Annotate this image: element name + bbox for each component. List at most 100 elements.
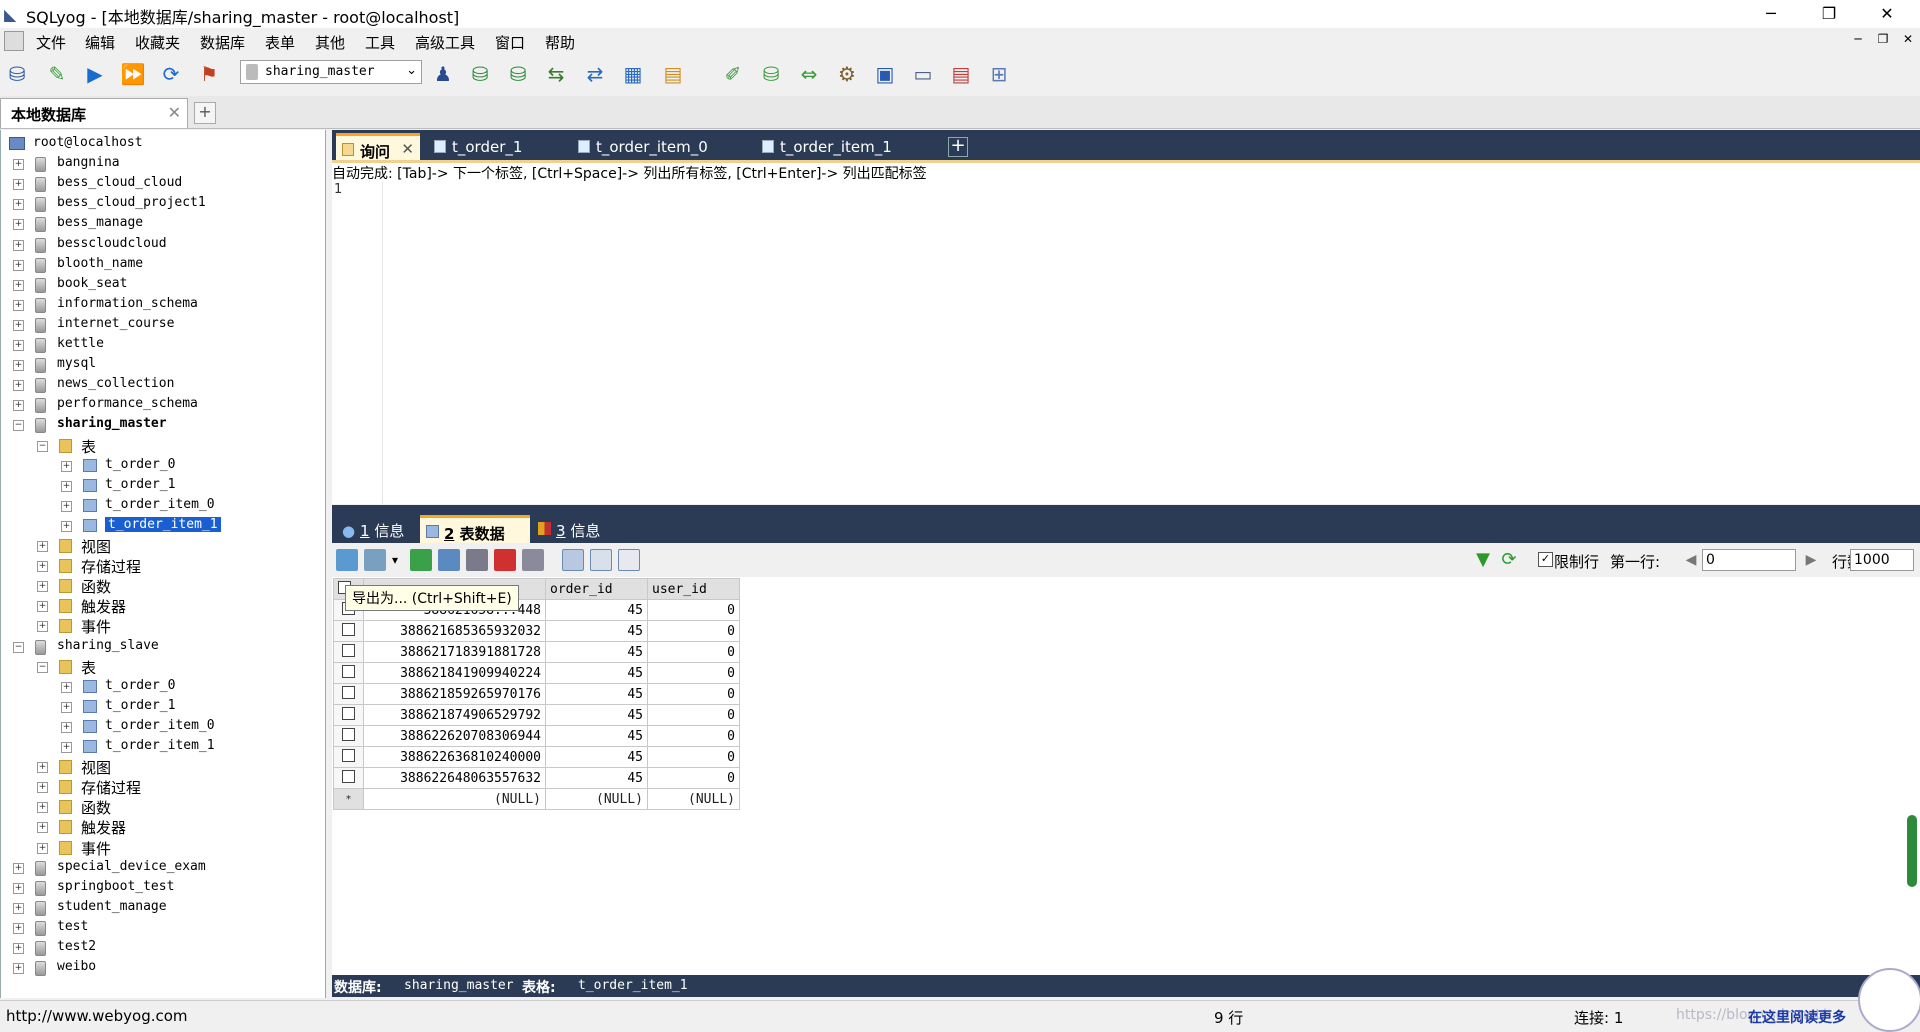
table-row[interactable]: 388621718391881728 45 0 (333, 641, 740, 663)
order-id-cell[interactable]: 45 (545, 704, 648, 726)
tree-database-sharing_master[interactable]: − sharing_master (1, 415, 325, 435)
mdi-close-icon[interactable]: ✕ (1897, 32, 1919, 46)
expand-icon[interactable]: + (37, 782, 48, 794)
expand-icon[interactable]: + (61, 520, 72, 532)
document-menu-icon[interactable] (4, 31, 24, 51)
expand-icon[interactable]: + (13, 239, 24, 251)
user-id-cell[interactable]: 0 (647, 662, 740, 684)
tree-folder-triggers[interactable]: + 触发器 (1, 596, 325, 616)
results-splitter[interactable] (332, 505, 1920, 513)
refresh-icon[interactable]: ⟳ (156, 60, 186, 88)
chevron-down-icon[interactable]: ▾ (384, 549, 406, 571)
report-icon[interactable]: ▤ (946, 60, 976, 88)
import-dropdown-icon[interactable] (364, 549, 386, 571)
tree-folder-procs[interactable]: + 存储过程 (1, 556, 325, 576)
row-checkbox[interactable] (333, 662, 364, 684)
order-id-cell[interactable]: (NULL) (545, 788, 648, 810)
menu-table[interactable]: 表单 (265, 32, 295, 53)
tree-table-t_order_0[interactable]: + t_order_0 (1, 456, 325, 476)
tree-database-information_schema[interactable]: + information_schema (1, 295, 325, 315)
tree-folder-tables[interactable]: − 表 (1, 436, 325, 456)
delete-icon[interactable] (494, 549, 516, 571)
user-id-cell[interactable]: 0 (647, 620, 740, 642)
monitor-icon[interactable]: ▣ (870, 60, 900, 88)
expand-icon[interactable]: + (37, 822, 48, 834)
menu-other[interactable]: 其他 (315, 32, 345, 53)
expand-icon[interactable]: + (13, 279, 24, 291)
tree-database-test2[interactable]: + test2 (1, 938, 325, 958)
order-id-cell[interactable]: 45 (545, 662, 648, 684)
tab-table-data[interactable]: 2 表数据 (420, 515, 530, 543)
expand-icon[interactable]: + (13, 259, 24, 271)
expand-icon[interactable]: + (13, 319, 24, 331)
order-id-cell[interactable]: 45 (545, 746, 648, 768)
id-cell[interactable]: 388621841909940224 (363, 662, 546, 684)
menu-advanced-tools[interactable]: 高级工具 (415, 32, 475, 53)
data-sync-icon[interactable]: ▤ (658, 60, 688, 88)
id-cell[interactable]: 388622636810240000 (363, 746, 546, 768)
menu-help[interactable]: 帮助 (545, 32, 575, 53)
row-checkbox[interactable] (333, 704, 364, 726)
expand-icon[interactable]: + (37, 762, 48, 774)
user-id-cell[interactable]: 0 (647, 725, 740, 747)
order-id-cell[interactable]: 45 (545, 725, 648, 747)
expand-icon[interactable]: + (13, 902, 24, 914)
tab-query[interactable]: 询问 ✕ (336, 133, 420, 161)
expand-icon[interactable]: + (13, 159, 24, 171)
tab-messages[interactable]: ● 1 信息 (336, 515, 416, 543)
table-row[interactable]: 388622636810240000 45 0 (333, 746, 740, 768)
expand-icon[interactable]: + (13, 882, 24, 894)
close-tab-icon[interactable]: ✕ (168, 103, 181, 122)
tab-t-order-item-1[interactable]: t_order_item_1 (756, 133, 932, 160)
tree-database-bess_manage[interactable]: + bess_manage (1, 214, 325, 234)
tree-database-special_device_exam[interactable]: + special_device_exam (1, 858, 325, 878)
expand-icon[interactable]: + (37, 601, 48, 613)
user-id-cell[interactable]: 0 (647, 704, 740, 726)
table-row[interactable]: 388621841909940224 45 0 (333, 662, 740, 684)
tree-database-besscloudcloud[interactable]: + besscloudcloud (1, 235, 325, 255)
expand-icon[interactable]: + (13, 400, 24, 412)
minimize-button[interactable]: ─ (1742, 0, 1800, 28)
order-id-column-header[interactable]: order_id (545, 578, 648, 600)
close-button[interactable]: ✕ (1858, 0, 1916, 28)
id-cell[interactable]: 388621874906529792 (363, 704, 546, 726)
schema-designer-icon[interactable]: ⛁ (756, 60, 786, 88)
tree-folder-funcs[interactable]: + 函数 (1, 797, 325, 817)
expand-icon[interactable]: + (13, 179, 24, 191)
compare-icon[interactable]: ⇔ (794, 60, 824, 88)
process-list-icon[interactable]: ▭ (908, 60, 938, 88)
row-checkbox[interactable] (333, 746, 364, 768)
scroll-indicator[interactable] (1907, 815, 1917, 887)
query-builder-icon[interactable]: ✐ (718, 60, 748, 88)
user-id-cell[interactable]: 0 (647, 683, 740, 705)
tree-folder-procs[interactable]: + 存储过程 (1, 777, 325, 797)
tree-table-t_order_item_0[interactable]: + t_order_item_0 (1, 717, 325, 737)
tree-root-connection[interactable]: root@localhost (1, 134, 325, 154)
tree-database-mysql[interactable]: + mysql (1, 355, 325, 375)
mdi-restore-icon[interactable]: ❐ (1872, 32, 1894, 46)
backup-icon[interactable]: ⇆ (541, 60, 571, 88)
row-checkbox[interactable] (333, 620, 364, 642)
order-id-cell[interactable]: 45 (545, 641, 648, 663)
form-view-icon[interactable] (590, 549, 612, 571)
floating-badge-icon[interactable] (1858, 968, 1920, 1032)
tree-table-t_order_item_1[interactable]: + t_order_item_1 (1, 737, 325, 757)
next-page-icon[interactable]: ▶ (1800, 549, 1822, 571)
export-icon[interactable] (336, 549, 358, 571)
rows-count-input[interactable] (1850, 549, 1914, 571)
close-tab-icon[interactable]: ✕ (401, 140, 414, 158)
tree-database-test[interactable]: + test (1, 918, 325, 938)
user-manager-icon[interactable]: ♟ (428, 60, 458, 88)
table-row[interactable]: 388621685365932032 45 0 (333, 620, 740, 642)
cancel-changes-icon[interactable] (522, 549, 544, 571)
expand-icon[interactable]: + (61, 460, 72, 472)
import-icon[interactable]: ⇄ (580, 60, 610, 88)
status-url[interactable]: http://www.webyog.com (6, 1007, 188, 1025)
tree-database-weibo[interactable]: + weibo (1, 958, 325, 978)
limit-rows-checkbox[interactable]: ✓ (1538, 552, 1553, 567)
text-view-icon[interactable] (618, 549, 640, 571)
maximize-button[interactable]: ❐ (1800, 0, 1858, 28)
tree-database-book_seat[interactable]: + book_seat (1, 275, 325, 295)
previous-page-icon[interactable]: ◀ (1680, 549, 1702, 571)
add-query-tab-button[interactable]: + (948, 137, 968, 157)
